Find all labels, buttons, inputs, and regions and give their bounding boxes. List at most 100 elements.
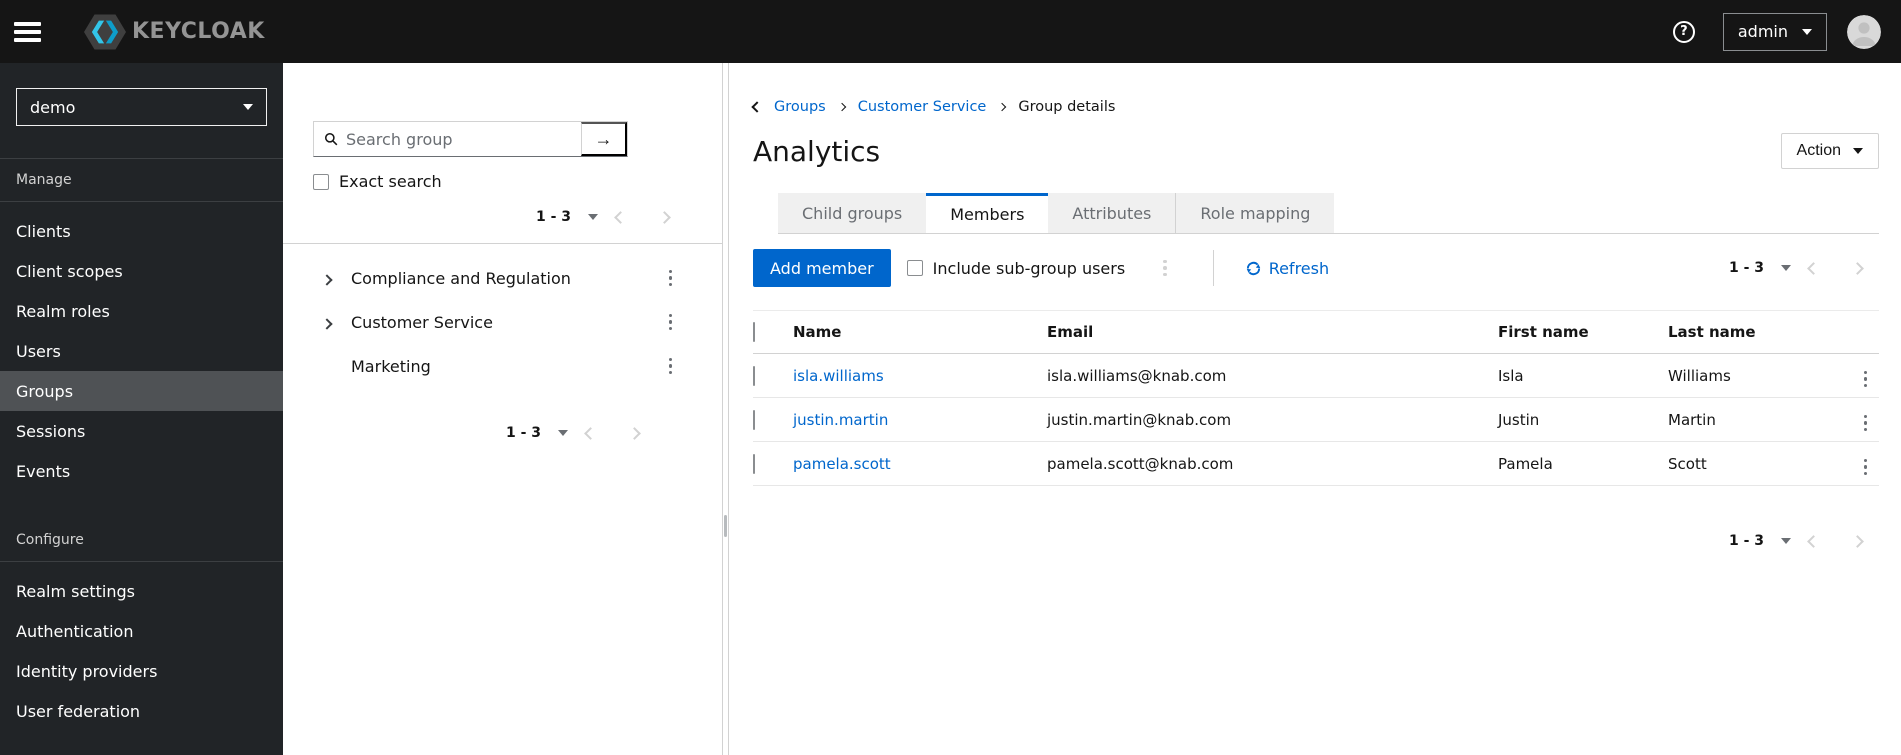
member-email: pamela.scott@knab.com	[1047, 454, 1234, 473]
angle-left-icon	[583, 426, 597, 440]
user-menu-label: admin	[1737, 22, 1788, 41]
angle-right-icon	[837, 102, 846, 112]
members-pagination-bottom: 1 - 3	[753, 522, 1879, 560]
add-member-button[interactable]: Add member	[753, 249, 891, 287]
kebab-menu-icon[interactable]	[665, 310, 677, 335]
pagination-prev-button[interactable]	[1791, 524, 1835, 558]
sidebar-item-user-federation[interactable]: User federation	[0, 691, 283, 731]
member-first-name: Pamela	[1498, 454, 1553, 473]
kebab-menu-icon[interactable]	[665, 266, 677, 291]
angle-left-icon	[1806, 534, 1820, 548]
kebab-menu-icon[interactable]	[1860, 411, 1872, 436]
pagination-prev-button[interactable]	[568, 416, 612, 450]
pagination-next-button[interactable]	[642, 200, 686, 234]
member-name-link[interactable]: justin.martin	[793, 411, 888, 429]
user-avatar-icon[interactable]	[1847, 14, 1881, 49]
sidebar-item-authentication[interactable]: Authentication	[0, 611, 283, 651]
search-submit-button[interactable]: →	[581, 122, 627, 156]
action-dropdown-button[interactable]: Action	[1780, 133, 1879, 169]
breadcrumb-link-groups[interactable]: Groups	[774, 99, 826, 115]
angle-right-icon	[998, 102, 1007, 112]
sidebar-item-realm-settings[interactable]: Realm settings	[0, 571, 283, 611]
column-header-last-name[interactable]: Last name	[1668, 311, 1843, 354]
expand-toggle-icon[interactable]	[321, 269, 349, 288]
kebab-menu-icon[interactable]	[1860, 367, 1872, 392]
panel-resize-splitter[interactable]	[723, 63, 729, 755]
exact-search-label: Exact search	[339, 172, 442, 191]
pagination-options-caret[interactable]	[588, 214, 598, 220]
tab-child-groups[interactable]: Child groups	[778, 193, 927, 233]
tab-role-mapping[interactable]: Role mapping	[1175, 193, 1335, 233]
hamburger-icon[interactable]	[14, 12, 54, 52]
tab-members[interactable]: Members	[926, 193, 1049, 233]
exact-search-checkbox[interactable]	[313, 173, 329, 190]
sync-icon	[1246, 261, 1260, 275]
group-tabs: Child groups Members Attributes Role map…	[778, 193, 1879, 234]
sidebar-item-identity-providers[interactable]: Identity providers	[0, 651, 283, 691]
nav-section-manage: Manage	[0, 158, 283, 202]
pagination-next-button[interactable]	[1835, 524, 1879, 558]
table-row: isla.williams isla.williams@knab.com Isl…	[753, 354, 1879, 398]
search-group-input[interactable]	[314, 122, 581, 156]
select-all-checkbox[interactable]	[753, 322, 755, 342]
angle-left-icon	[613, 210, 627, 224]
row-checkbox[interactable]	[753, 365, 755, 386]
keycloak-logo: KEYCLOAK	[84, 14, 265, 50]
tree-item-label[interactable]: Customer Service	[349, 313, 665, 332]
chevron-down-icon	[1802, 28, 1812, 35]
sidebar-item-client-scopes[interactable]: Client scopes	[0, 251, 283, 291]
refresh-label: Refresh	[1268, 258, 1330, 278]
sidebar-item-realm-roles[interactable]: Realm roles	[0, 291, 283, 331]
pagination-options-caret[interactable]	[1781, 265, 1791, 271]
breadcrumb-link-customer-service[interactable]: Customer Service	[858, 99, 987, 115]
breadcrumb-back-button[interactable]	[751, 101, 763, 113]
sidebar-item-users[interactable]: Users	[0, 331, 283, 371]
groups-tree: Compliance and Regulation Customer Servi…	[283, 244, 722, 388]
sidebar-item-sessions[interactable]: Sessions	[0, 411, 283, 451]
pagination-prev-button[interactable]	[598, 200, 642, 234]
group-details-content: Groups Customer Service Group details An…	[729, 63, 1901, 755]
row-checkbox[interactable]	[753, 409, 755, 430]
member-email: isla.williams@knab.com	[1047, 366, 1227, 385]
column-header-name[interactable]: Name	[793, 311, 1047, 354]
include-subgroups-checkbox[interactable]	[906, 260, 923, 276]
member-name-link[interactable]: pamela.scott	[793, 455, 891, 473]
kebab-menu-icon[interactable]	[665, 354, 677, 379]
realm-selector[interactable]: demo	[16, 88, 267, 126]
groups-pagination-top: 1 - 3	[283, 199, 722, 235]
column-header-first-name[interactable]: First name	[1498, 311, 1668, 354]
keycloak-admin-console: KEYCLOAK ? admin demo Manage Clients Cli…	[0, 0, 1901, 755]
expand-toggle-icon[interactable]	[321, 313, 349, 332]
tree-item-label[interactable]: Marketing	[323, 357, 665, 376]
arrow-right-icon: →	[594, 128, 613, 149]
pagination-options-caret[interactable]	[1781, 538, 1791, 544]
action-button-label: Action	[1796, 142, 1841, 159]
members-table: Name Email First name Last name isla.wil…	[753, 310, 1879, 486]
kebab-menu-icon[interactable]	[1159, 256, 1171, 281]
sidebar-item-clients[interactable]: Clients	[0, 211, 283, 251]
pagination-range: 1 - 3	[535, 209, 571, 225]
pagination-prev-button[interactable]	[1791, 251, 1835, 285]
pagination-range: 1 - 3	[1728, 260, 1764, 276]
pagination-options-caret[interactable]	[558, 430, 568, 436]
brand-text: KEYCLOAK	[132, 19, 265, 44]
row-checkbox[interactable]	[753, 453, 755, 474]
member-name-link[interactable]: isla.williams	[793, 367, 884, 385]
pagination-next-button[interactable]	[1835, 251, 1879, 285]
page-title: Analytics	[753, 134, 881, 168]
pagination-next-button[interactable]	[612, 416, 656, 450]
sidebar-item-events[interactable]: Events	[0, 451, 283, 491]
tab-attributes[interactable]: Attributes	[1048, 193, 1176, 233]
refresh-button[interactable]: Refresh	[1246, 259, 1329, 278]
pagination-range: 1 - 3	[505, 425, 541, 441]
help-icon[interactable]: ?	[1672, 20, 1695, 43]
sidebar-nav: demo Manage Clients Client scopes Realm …	[0, 63, 283, 755]
kebab-menu-icon[interactable]	[1860, 455, 1872, 480]
members-toolbar: Add member Include sub-group users Refre…	[753, 234, 1879, 301]
sidebar-item-groups[interactable]: Groups	[0, 371, 283, 411]
tree-item-label[interactable]: Compliance and Regulation	[349, 269, 665, 288]
column-header-email[interactable]: Email	[1047, 311, 1498, 354]
breadcrumb-current: Group details	[1018, 99, 1116, 115]
splitter-drag-handle[interactable]	[724, 515, 727, 537]
user-menu-dropdown[interactable]: admin	[1722, 12, 1827, 51]
